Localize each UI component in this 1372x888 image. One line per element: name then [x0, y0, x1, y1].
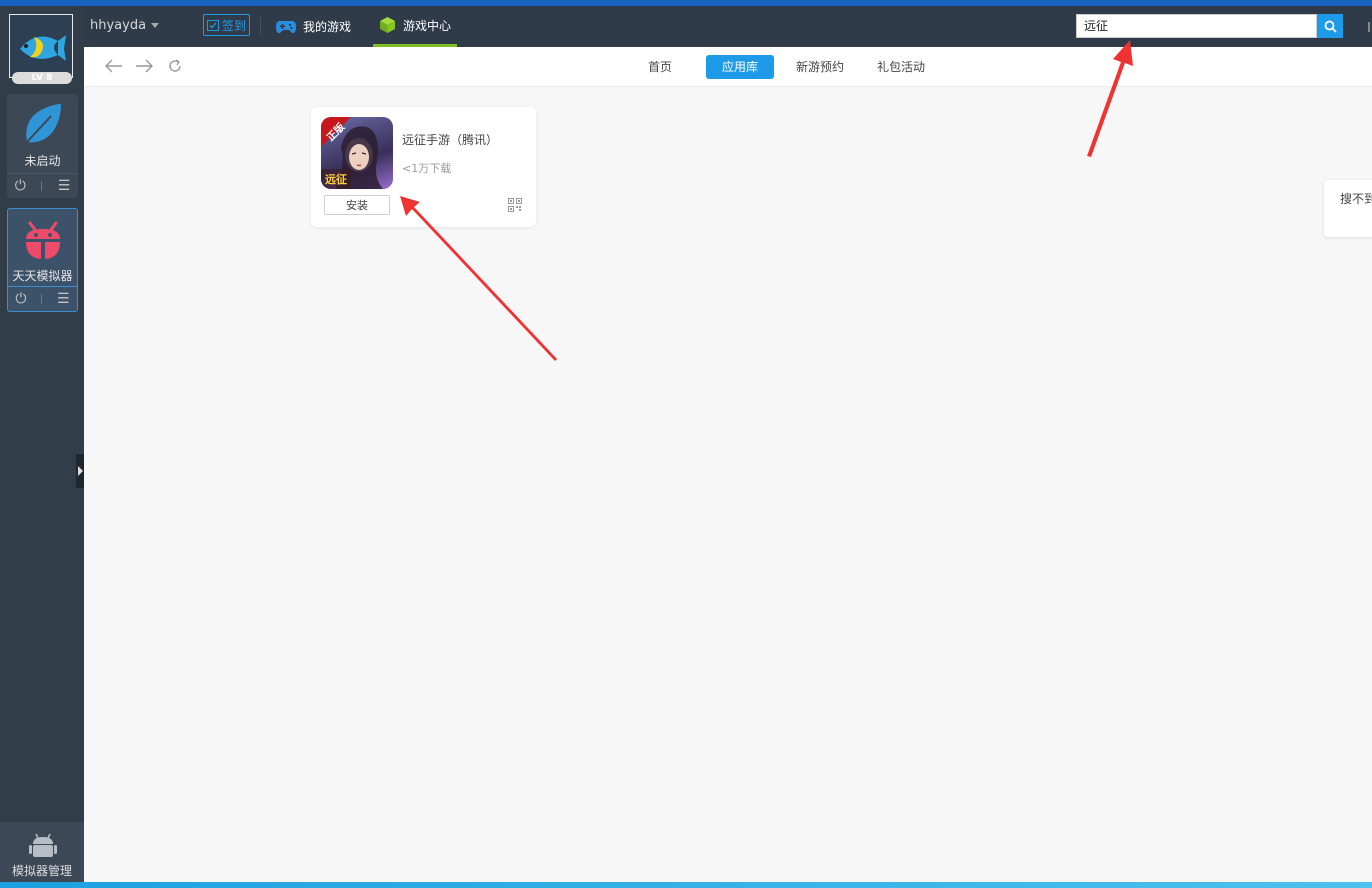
tab-my-games[interactable]: 我的游戏 [276, 6, 351, 47]
emulator-controls: ⏻ ☰ [7, 173, 78, 198]
install-button[interactable]: 安装 [324, 195, 390, 215]
not-found-panel: 搜不到 [1324, 180, 1372, 237]
emulator-controls: ⏻ ☰ [8, 286, 77, 311]
emulator-card-not-started[interactable]: 未启动 ⏻ ☰ [7, 94, 78, 198]
game-character-icon: 正版 远征 [321, 117, 383, 189]
divider [260, 17, 261, 35]
leaf-icon [26, 104, 61, 143]
not-found-text: 搜不到 [1340, 192, 1372, 206]
annotation-arrows [400, 40, 1133, 361]
emulator-label: 天天模拟器 [12, 269, 73, 283]
app-icon[interactable]: 正版 远征 [321, 117, 393, 189]
menu-icon[interactable]: ☰ [58, 178, 71, 194]
tab-home[interactable]: 首页 [642, 55, 678, 79]
tab-gift-events[interactable]: 礼包活动 [871, 55, 931, 79]
sidebar-collapse-handle[interactable] [76, 454, 84, 488]
app-name[interactable]: 远征手游（腾讯） [402, 131, 498, 148]
caret-down-icon [151, 23, 160, 28]
forward-button[interactable] [134, 56, 154, 76]
user-menu[interactable]: hhyayda [90, 18, 160, 33]
menu-icon[interactable]: ☰ [57, 291, 70, 307]
avatar[interactable] [9, 14, 73, 78]
signin-label: 签到 [222, 18, 247, 33]
content-nav-bar: 首页 应用库 新游预约 礼包活动 [84, 47, 1372, 87]
fish-avatar-icon [10, 15, 72, 77]
power-icon[interactable]: ⏻ [15, 178, 26, 194]
divider [41, 181, 43, 191]
back-button[interactable] [104, 56, 124, 76]
emulator-manager-button[interactable]: 模拟器管理 [0, 822, 84, 888]
refresh-icon [169, 59, 181, 72]
search-icon [1324, 20, 1337, 33]
sidebar: LV 8 未启动 ⏻ ☰ 天天模拟器 ⏻ ☰ 模拟器管理 [0, 6, 84, 888]
username: hhyayda [90, 18, 147, 33]
arrow-right-icon [136, 59, 153, 73]
search-button[interactable] [1317, 14, 1343, 38]
emulator-card-tiantian[interactable]: 天天模拟器 ⏻ ☰ [7, 208, 78, 312]
power-icon[interactable]: ⏻ [15, 291, 26, 307]
tiantian-bug-icon [26, 221, 60, 259]
tab-game-center[interactable]: 游戏中心 [373, 6, 458, 47]
app-download-count: <1万下载 [402, 162, 452, 175]
top-bar: hhyayda 签到 我的游戏 游戏中心 远征 [84, 6, 1372, 47]
signin-button[interactable]: 签到 [203, 14, 251, 36]
tab-app-library[interactable]: 应用库 [706, 55, 775, 79]
icon-badge-bottom: 远征 [325, 172, 347, 186]
window-control-edge [1368, 22, 1370, 32]
level-badge: LV 8 [12, 72, 72, 84]
emulator-manager-label: 模拟器管理 [11, 864, 72, 878]
calendar-check-icon [207, 20, 219, 31]
divider [41, 294, 43, 304]
search-result-card[interactable]: 正版 远征 远征手游（腾讯） <1万下载 安装 [311, 107, 536, 227]
window-bottom-strip [0, 882, 1372, 888]
search-input[interactable]: 远征 [1076, 14, 1317, 38]
refresh-button[interactable] [165, 56, 185, 76]
android-icon [29, 833, 57, 857]
arrow-left-icon [105, 59, 122, 73]
tab-label: 我的游戏 [303, 20, 352, 34]
cube-icon [380, 17, 395, 33]
tab-new-game-reservation[interactable]: 新游预约 [790, 55, 850, 79]
tab-label: 游戏中心 [403, 18, 452, 33]
emulator-label: 未启动 [24, 154, 61, 168]
gamepad-icon [276, 20, 296, 33]
qr-code-icon[interactable] [508, 198, 522, 212]
